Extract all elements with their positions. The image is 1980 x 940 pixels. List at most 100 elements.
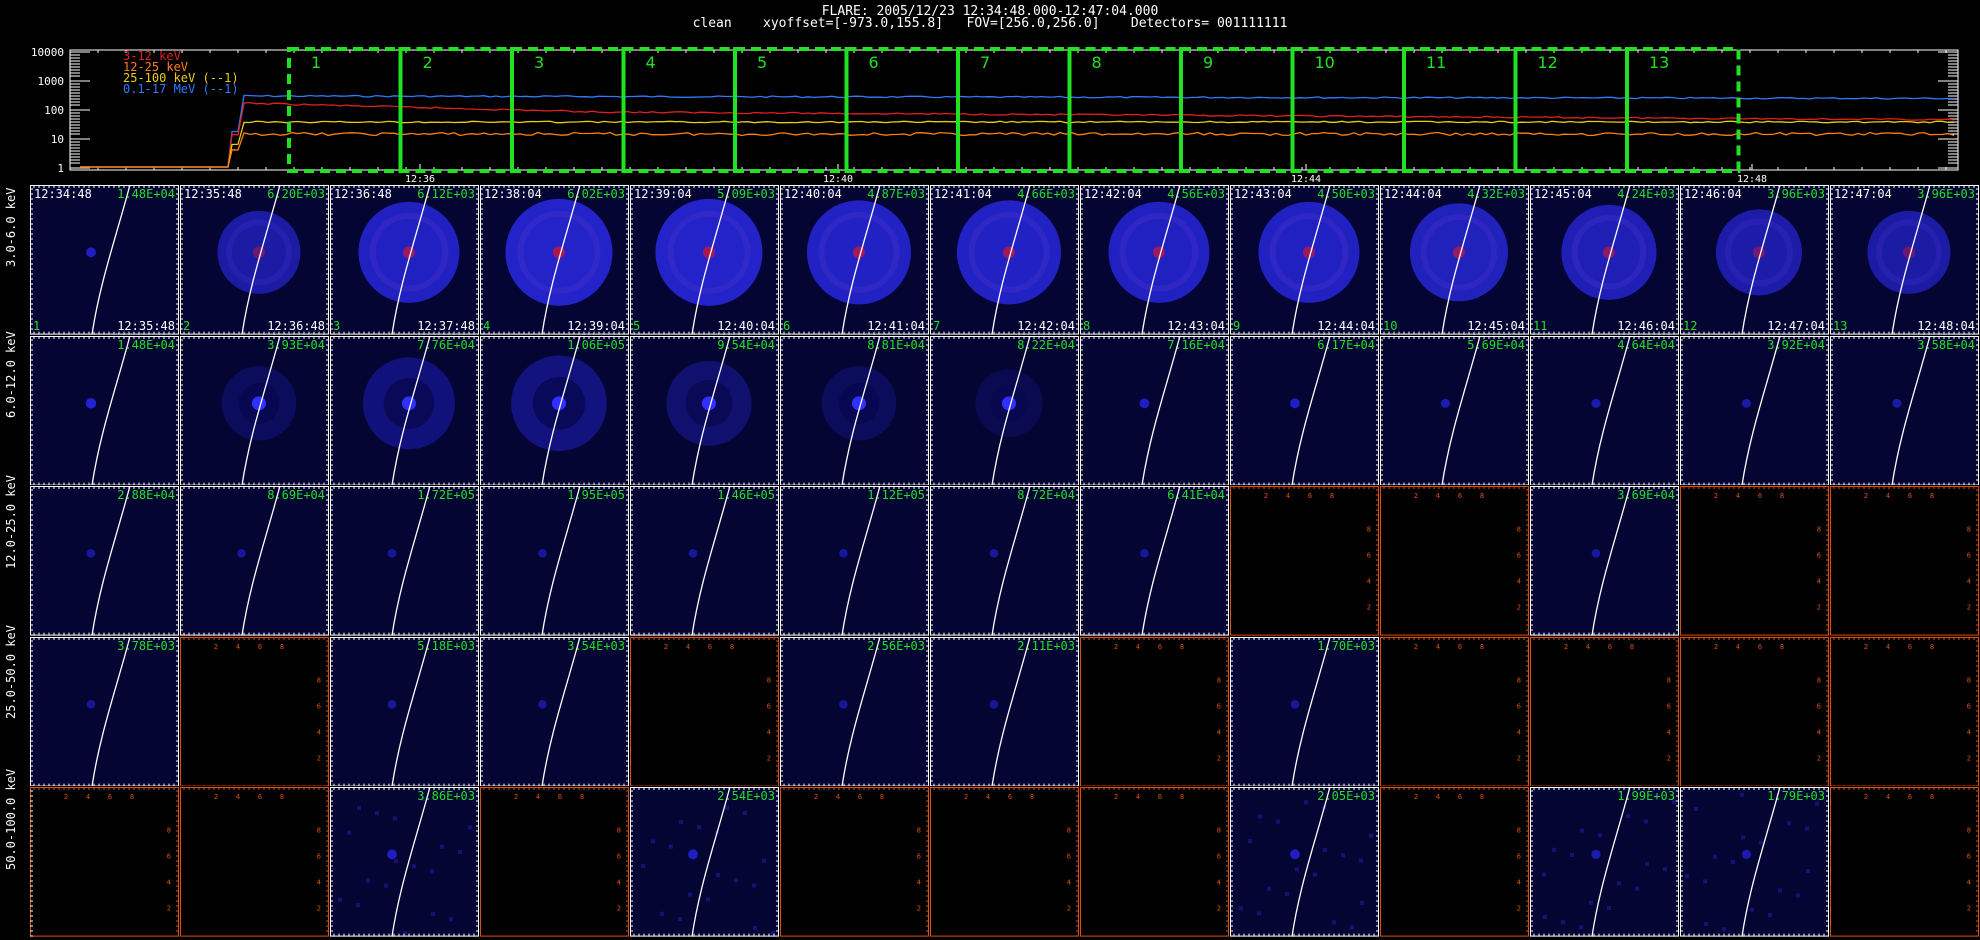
image-canvas	[1530, 335, 1679, 486]
image-panel: 1.48E+04 12:34:48 12:35:48 1	[30, 185, 179, 335]
interval-start-time: 12:44:04	[1384, 187, 1442, 201]
image-canvas	[1830, 185, 1979, 335]
row-energy-label: 12.0-25.0 keV	[4, 474, 18, 569]
axis-tick-label: 6	[1308, 492, 1312, 500]
curve-12-25-kev	[80, 131, 1955, 168]
image-background	[1530, 486, 1679, 636]
image-panel: 5.09E+03 12:39:04 12:40:04 5	[630, 185, 779, 335]
image-panel: 1.46E+05	[630, 486, 779, 636]
y-tick-label: 10000	[31, 46, 64, 59]
axis-tick-label: 2	[1817, 604, 1821, 612]
interval-start-time: 12:42:04	[1084, 187, 1142, 201]
y-tick-label: 1000	[38, 75, 65, 88]
emission-source	[1290, 398, 1300, 408]
plot-header: FLARE: 2005/12/23 12:34:48.000-12:47:04.…	[0, 0, 1980, 40]
x-tick-label: 12:36	[405, 174, 435, 185]
image-panel: 6.12E+03 12:36:48 12:37:48 3	[330, 185, 479, 335]
interval-end-time: 12:39:04	[567, 318, 625, 333]
image-background	[1530, 335, 1679, 486]
image-canvas	[1380, 185, 1529, 335]
image-canvas	[30, 335, 179, 486]
image-panel: 3.96E+03 12:46:04 12:47:04 12	[1680, 185, 1829, 335]
axis-tick-label: 4	[1817, 578, 1821, 586]
interval-index: 2	[183, 318, 191, 333]
image-panel: 1.72E+05	[330, 486, 479, 636]
interval-end-time: 12:36:48	[267, 318, 325, 333]
peak-flux-value: 8.69E+04	[267, 488, 325, 503]
image-canvas	[930, 335, 1079, 486]
axis-tick-label: 2	[1517, 604, 1521, 612]
image-canvas	[1230, 335, 1379, 486]
lightcurve-frame	[69, 49, 1959, 171]
interval-end-time: 12:42:04	[1017, 318, 1075, 333]
image-background	[630, 486, 779, 636]
axis-tick-label: 2	[1264, 492, 1268, 500]
peak-flux-value: 1.72E+05	[417, 488, 475, 503]
image-panel: 3.92E+04	[1680, 335, 1829, 486]
interval-box	[621, 47, 737, 173]
y-tick-label: 10	[51, 133, 64, 146]
interval-end-time: 12:48:04	[1917, 318, 1975, 333]
interval-end-time: 12:45:04	[1467, 318, 1525, 333]
image-background	[180, 486, 329, 636]
interval-box	[844, 47, 960, 173]
axis-tick-label: 8	[1330, 492, 1334, 500]
image-background	[1230, 335, 1379, 486]
image-canvas	[480, 335, 629, 486]
image-canvas	[1530, 185, 1679, 335]
image-panel: 4.87E+03 12:40:04 12:41:04 6	[780, 185, 929, 335]
interval-box	[1513, 47, 1629, 173]
peak-flux-value: 1.95E+05	[567, 488, 625, 503]
interval-end-time: 12:40:04	[717, 318, 775, 333]
image-cube-grid: 3.0-6.0 keV 6.0-12.0 keV 12.0-25.0 keV 25.0…	[0, 185, 1980, 940]
interval-box	[1625, 47, 1741, 173]
interval-number: 3	[534, 53, 544, 72]
y-tick-label: 1	[57, 162, 64, 175]
empty-image-panel: 2 2 4 4 6 6 8 8	[1230, 486, 1379, 636]
interval-start-time: 12:39:04	[634, 187, 692, 201]
interval-end-time: 12:46:04	[1617, 318, 1675, 333]
interval-index: 3	[333, 318, 341, 333]
axis-tick-label: 2	[1367, 604, 1371, 612]
image-background	[1830, 335, 1979, 486]
peak-flux-value: 8.81E+04	[867, 337, 925, 352]
axis-tick-label: 6	[1758, 492, 1762, 500]
image-panel: 8.69E+04	[180, 486, 329, 636]
peak-flux-value: 4.32E+03	[1467, 187, 1525, 201]
peak-flux-value: 6.17E+04	[1317, 337, 1375, 352]
interval-number: 4	[646, 53, 656, 72]
image-canvas	[1080, 335, 1229, 486]
row-energy-label: 6.0-12.0 keV	[4, 331, 18, 418]
interval-index: 13	[1833, 318, 1848, 333]
emission-source	[237, 549, 246, 558]
axis-tick-label: 6	[1517, 552, 1521, 560]
emission-source	[387, 549, 397, 558]
interval-number: 2	[423, 53, 433, 72]
interval-box	[287, 47, 403, 173]
image-canvas	[180, 335, 329, 486]
image-background	[930, 486, 1079, 636]
image-panel: 4.50E+03 12:43:04 12:44:04 9	[1230, 185, 1379, 335]
peak-flux-value: 8.72E+04	[1017, 488, 1075, 503]
image-panel: 8.22E+04	[930, 335, 1079, 486]
peak-flux-value: 1.12E+05	[867, 488, 925, 503]
image-canvas	[630, 185, 779, 335]
interval-box	[733, 47, 849, 173]
peak-flux-value: 6.41E+04	[1167, 488, 1225, 503]
image-background	[1680, 335, 1829, 486]
interval-start-time: 12:45:04	[1534, 187, 1592, 201]
image-panel: 2.88E+04	[30, 486, 179, 636]
image-canvas	[1380, 335, 1529, 486]
emission-core	[1902, 246, 1915, 259]
emission-core	[702, 246, 715, 259]
peak-flux-value: 4.64E+04	[1617, 337, 1675, 352]
peak-flux-value: 1.48E+04	[117, 187, 175, 201]
emission-source	[1440, 398, 1451, 408]
empty-axes: 2 2 4 4 6 6 8 8	[1230, 486, 1379, 636]
image-background	[1380, 335, 1529, 486]
interval-end-time: 12:44:04	[1317, 318, 1375, 333]
interval-end-time: 12:43:04	[1167, 318, 1225, 333]
peak-flux-value: 3.69E+04	[1617, 488, 1675, 503]
image-canvas	[330, 486, 479, 636]
interval-start-time: 12:36:48	[334, 187, 392, 201]
